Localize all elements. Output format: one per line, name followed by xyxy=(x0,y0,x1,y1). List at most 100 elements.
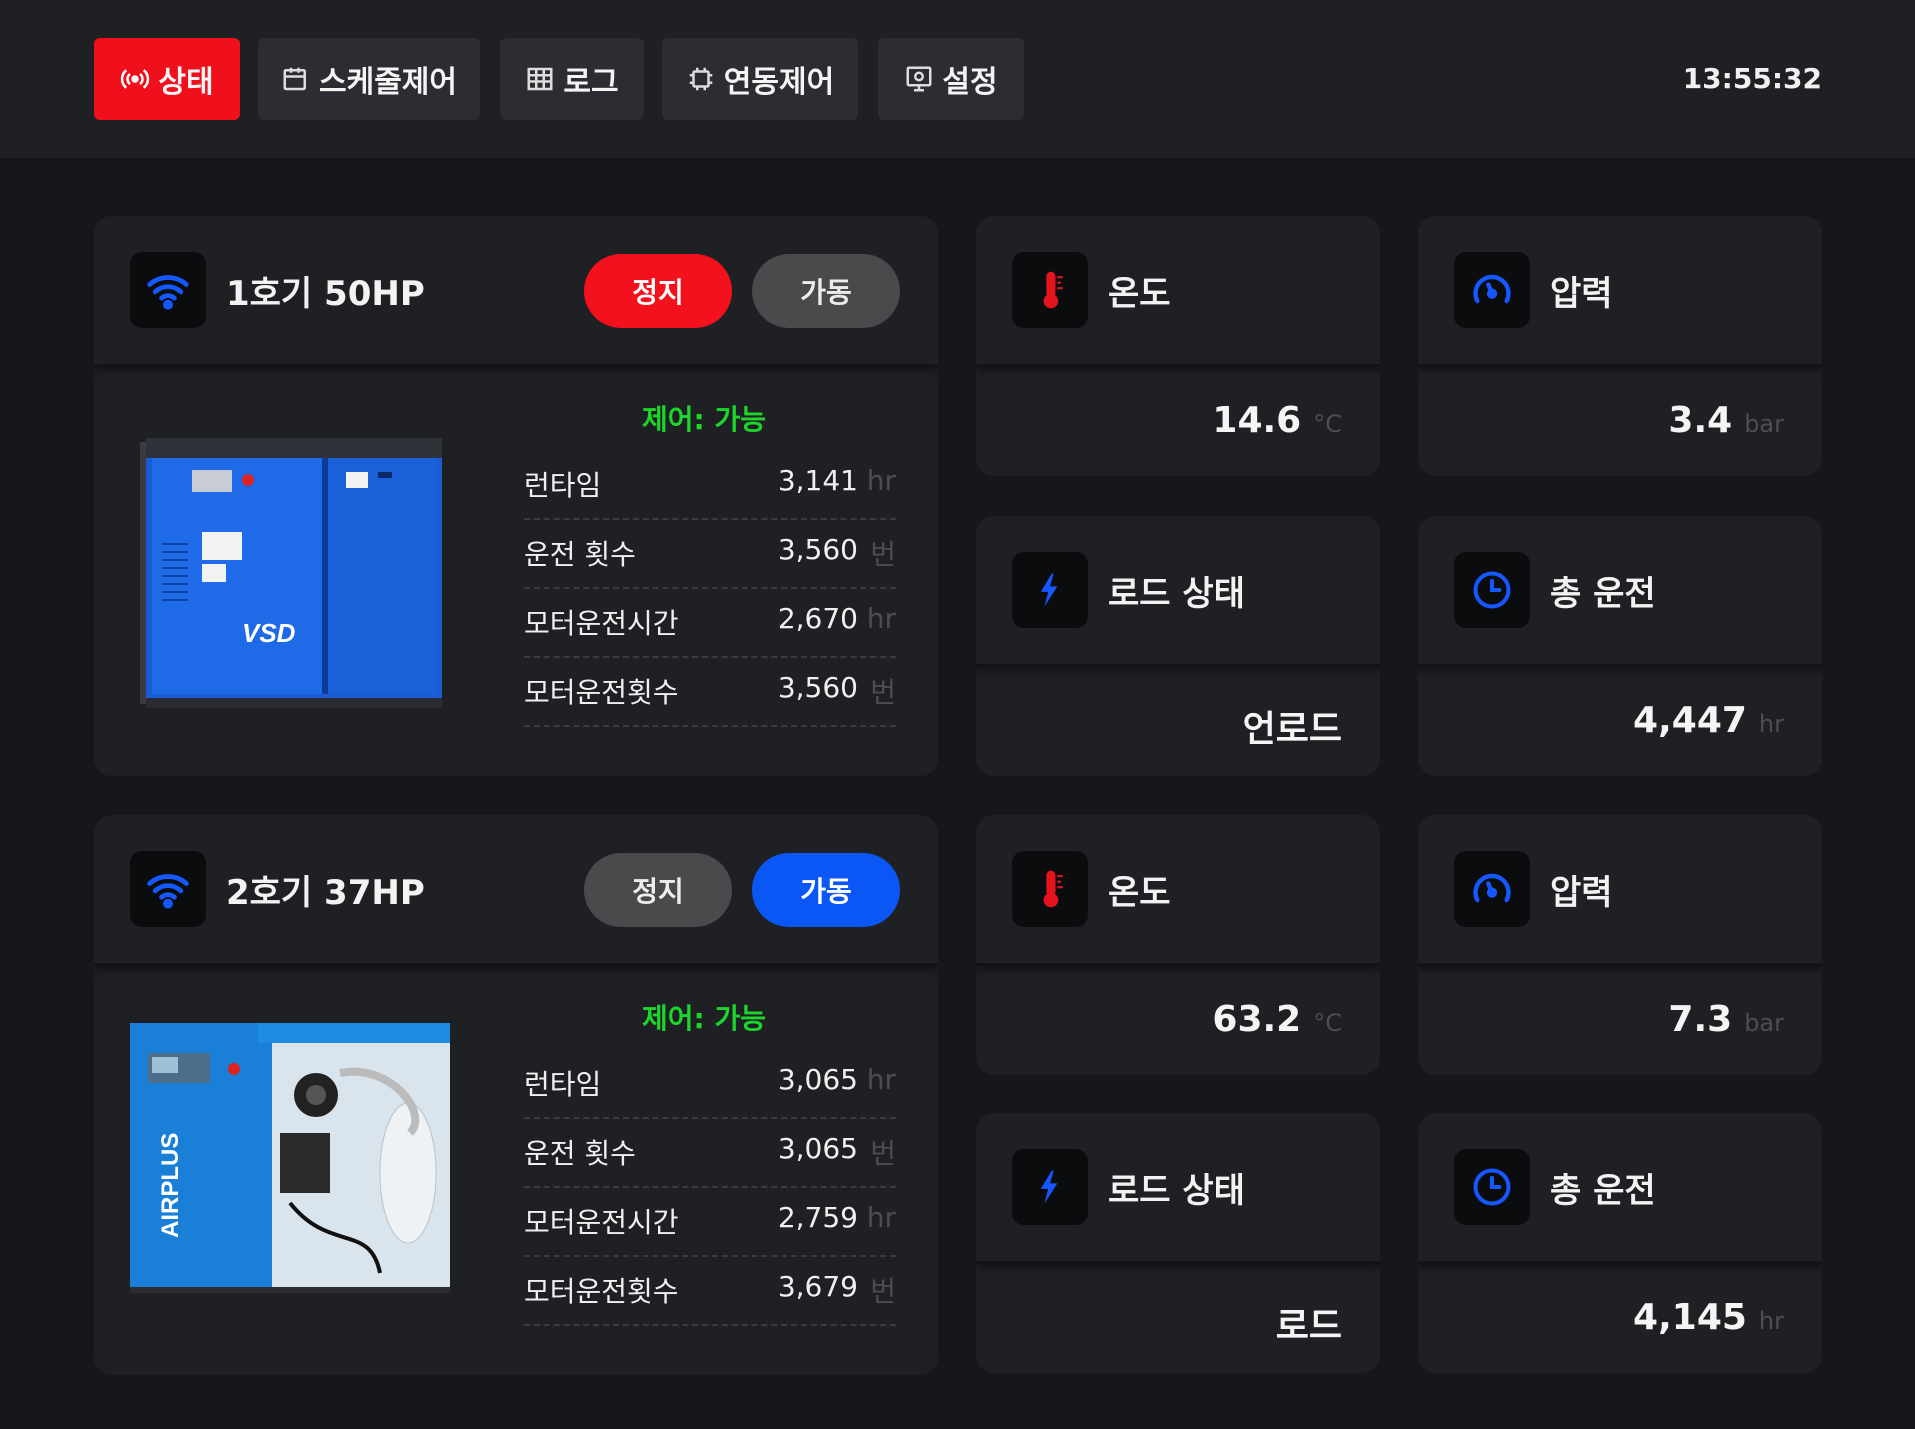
icon-box xyxy=(1012,851,1088,927)
metric-unit: bar xyxy=(1744,1009,1784,1037)
stat-value: 3,065 xyxy=(777,1063,858,1096)
tab-settings[interactable]: 설정 xyxy=(878,38,1024,120)
stat-label: 런타임 xyxy=(524,469,602,502)
total-run-card-header: 총 운전 xyxy=(1418,1113,1822,1264)
load-state-value: 언로드 xyxy=(1242,709,1342,750)
machine-title: 2호기 37HP xyxy=(226,873,425,913)
icon-box xyxy=(1012,552,1088,628)
temperature-card-header: 온도 xyxy=(976,216,1380,367)
metric-label: 총 운전 xyxy=(1550,1171,1656,1211)
temperature-card: 온도 14.6 °C xyxy=(976,216,1380,476)
metric-number: 4,447 xyxy=(1633,700,1747,741)
stop-button[interactable]: 정지 xyxy=(584,853,732,927)
stat-value: 3,679 xyxy=(777,1270,858,1303)
lightning-icon xyxy=(1040,573,1058,607)
temperature-card: 온도 63.2 °C xyxy=(976,815,1380,1075)
metric-number: 3.4 xyxy=(1668,400,1733,441)
metric-number: 14.6 xyxy=(1212,400,1302,441)
metric-label: 압력 xyxy=(1550,873,1613,913)
stat-row-run-count: 운전 횟수 3,065 번 xyxy=(524,1118,896,1188)
wifi-icon xyxy=(147,275,189,310)
stat-label: 모터운전시간 xyxy=(524,607,679,640)
stat-value: 3,065 xyxy=(777,1132,858,1165)
control-status: 제어: 가능 xyxy=(642,1002,766,1035)
run-button[interactable]: 가동 xyxy=(752,853,900,927)
wifi-icon-box xyxy=(130,851,206,927)
stat-label: 모터운전횟수 xyxy=(524,1275,679,1308)
stat-value: 2,670 xyxy=(777,602,858,635)
total-run-value: 4,447 hr xyxy=(1633,700,1784,741)
load-state-card-header: 로드 상태 xyxy=(976,516,1380,667)
metric-number: 4,145 xyxy=(1633,1297,1747,1338)
stat-unit: hr xyxy=(866,1063,896,1096)
tab-log-label: 로그 xyxy=(563,65,619,100)
compressor-brand-text: AIRPLUS xyxy=(157,1133,184,1238)
metric-number: 7.3 xyxy=(1668,999,1733,1040)
stop-button[interactable]: 정지 xyxy=(584,254,732,328)
run-button[interactable]: 가동 xyxy=(752,254,900,328)
compressor-image: AIRPLUS xyxy=(130,1023,450,1293)
metric-unit: hr xyxy=(1758,710,1784,738)
metric-number: 63.2 xyxy=(1212,999,1302,1040)
temperature-card-header: 온도 xyxy=(976,815,1380,966)
stat-unit: hr xyxy=(866,464,896,497)
clock-icon xyxy=(1473,571,1511,609)
load-state-card-header: 로드 상태 xyxy=(976,1113,1380,1264)
gauge-icon xyxy=(1473,274,1511,304)
metric-label: 로드 상태 xyxy=(1108,1171,1245,1211)
stat-row-motor-count: 모터운전횟수 3,560 번 xyxy=(524,657,896,727)
stat-label: 런타임 xyxy=(524,1068,602,1101)
stat-row-runtime: 런타임 3,065 hr xyxy=(524,1049,896,1119)
metric-unit: bar xyxy=(1744,410,1784,438)
thermometer-icon xyxy=(1043,870,1063,908)
metric-unit: °C xyxy=(1313,410,1342,438)
metric-unit: °C xyxy=(1313,1009,1342,1037)
pressure-value: 3.4 bar xyxy=(1668,400,1784,441)
stat-unit: hr xyxy=(866,602,896,635)
tab-interlock[interactable]: 연동제어 xyxy=(662,38,858,120)
clock: 13:55:32 xyxy=(1682,62,1822,95)
total-run-card-header: 총 운전 xyxy=(1418,516,1822,667)
stat-unit: 번 xyxy=(870,538,896,571)
tab-log[interactable]: 로그 xyxy=(500,38,644,120)
temperature-value: 14.6 °C xyxy=(1212,400,1342,441)
stat-unit: 번 xyxy=(870,1275,896,1308)
wifi-icon-box xyxy=(130,252,206,328)
clock-icon xyxy=(1473,1168,1511,1206)
pressure-card: 압력 7.3 bar xyxy=(1418,815,1822,1075)
tab-status-label: 상태 xyxy=(158,65,214,100)
total-run-value: 4,145 hr xyxy=(1633,1297,1784,1338)
gauge-icon xyxy=(1473,873,1511,903)
chip-icon xyxy=(689,67,713,91)
broadcast-icon xyxy=(121,69,150,89)
pressure-card: 압력 3.4 bar xyxy=(1418,216,1822,476)
metric-label: 압력 xyxy=(1550,274,1613,314)
total-run-card: 총 운전 4,145 hr xyxy=(1418,1113,1822,1373)
stat-value: 2,759 xyxy=(777,1201,858,1234)
load-state-card: 로드 상태 로드 xyxy=(976,1113,1380,1373)
total-run-card: 총 운전 4,447 hr xyxy=(1418,516,1822,776)
icon-box xyxy=(1454,552,1530,628)
stat-unit: 번 xyxy=(870,676,896,709)
stat-unit: 번 xyxy=(870,1137,896,1170)
machine-title: 1호기 50HP xyxy=(226,274,425,314)
stat-row-motor-time: 모터운전시간 2,670 hr xyxy=(524,588,896,658)
metric-label: 온도 xyxy=(1108,873,1171,913)
icon-box xyxy=(1012,252,1088,328)
metric-label: 온도 xyxy=(1108,274,1171,314)
metric-unit: hr xyxy=(1758,1307,1784,1335)
load-state-card: 로드 상태 언로드 xyxy=(976,516,1380,776)
stat-unit: hr xyxy=(866,1201,896,1234)
tab-status[interactable]: 상태 xyxy=(94,38,240,120)
settings-icon xyxy=(906,66,932,92)
table-icon xyxy=(527,67,553,91)
machine-card-header: 2호기 37HP 정지 가동 xyxy=(94,815,938,966)
tab-schedule[interactable]: 스케줄제어 xyxy=(258,38,480,120)
top-bar: 상태 스케줄제어 로그 연동제어 설정 13:55:32 xyxy=(0,0,1915,158)
temperature-value: 63.2 °C xyxy=(1212,999,1342,1040)
machine-card-2: 2호기 37HP 정지 가동 AIRPLUS 제어: 가능 런타임 3,065 … xyxy=(94,815,938,1375)
compressor-brand-text: VSD xyxy=(242,618,296,648)
metric-label: 로드 상태 xyxy=(1108,574,1245,614)
stat-row-run-count: 운전 횟수 3,560 번 xyxy=(524,519,896,589)
thermometer-icon xyxy=(1043,271,1063,309)
